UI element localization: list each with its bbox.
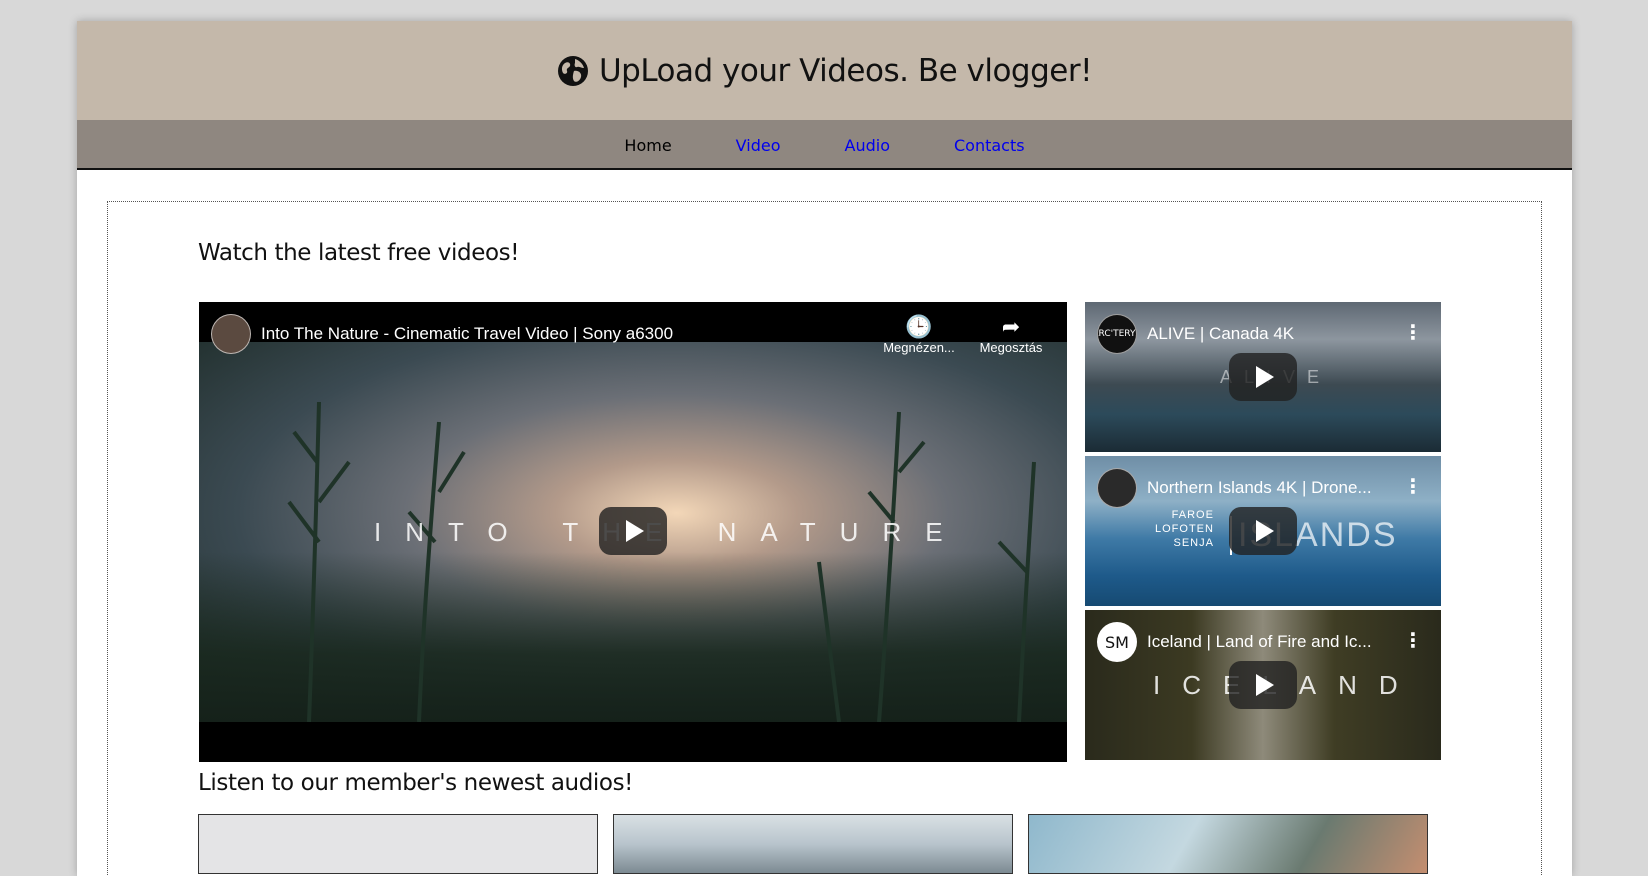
main-content: Watch the latest free videos! Into The N… (107, 201, 1542, 876)
audio-card-3[interactable] (1028, 814, 1428, 874)
channel-avatar[interactable]: ARC'TERYX (1097, 314, 1137, 354)
channel-avatar[interactable] (1097, 468, 1137, 508)
nav-home-link[interactable]: Home (624, 136, 671, 155)
play-button[interactable] (1229, 507, 1297, 555)
more-options-icon[interactable]: ⋮ (1403, 630, 1423, 650)
channel-avatar[interactable] (211, 314, 251, 354)
play-button[interactable] (1229, 353, 1297, 401)
main-video-overlay-text: INTO THE NATURE (374, 517, 967, 547)
audio-card-1[interactable] (198, 814, 598, 874)
side-video-1[interactable]: ARC'TERYX ALIVE | Canada 4K ⋮ ALIVE (1085, 302, 1441, 452)
side-video-title[interactable]: Iceland | Land of Fire and Ic... (1147, 632, 1387, 652)
site-header: UpLoad your Videos. Be vlogger! (77, 21, 1572, 120)
side-video-3[interactable]: SM Iceland | Land of Fire and Ic... ⋮ IC… (1085, 610, 1441, 760)
videos-section-title: Watch the latest free videos! (198, 240, 520, 266)
main-video-title[interactable]: Into The Nature - Cinematic Travel Video… (261, 324, 841, 344)
more-options-icon[interactable]: ⋮ (1403, 322, 1423, 342)
nav-contacts-link[interactable]: Contacts (954, 136, 1025, 155)
side-video-title[interactable]: Northern Islands 4K | Drone... (1147, 478, 1387, 498)
globe-icon (557, 55, 588, 86)
more-options-icon[interactable]: ⋮ (1403, 476, 1423, 496)
side-video-2[interactable]: Northern Islands 4K | Drone... ⋮ FAROE L… (1085, 456, 1441, 606)
site-title-text: UpLoad your Videos. Be vlogger! (598, 52, 1093, 89)
play-button[interactable] (599, 507, 667, 555)
share-icon: ➦ (1001, 314, 1021, 339)
play-button[interactable] (1229, 661, 1297, 709)
channel-avatar[interactable]: SM (1097, 622, 1137, 662)
audio-card-2[interactable] (613, 814, 1013, 874)
clock-icon: 🕒 (905, 314, 933, 339)
share-button[interactable]: ➦ Megosztás (971, 314, 1051, 355)
site-title: UpLoad your Videos. Be vlogger! (557, 52, 1093, 89)
side-video-overlay-sublist: FAROE LOFOTEN SENJA (1155, 509, 1214, 549)
main-video-player[interactable]: Into The Nature - Cinematic Travel Video… (199, 302, 1067, 762)
main-nav: Home Video Audio Contacts (77, 120, 1572, 170)
nav-video-link[interactable]: Video (736, 136, 781, 155)
nav-audio-link[interactable]: Audio (845, 136, 890, 155)
side-video-title[interactable]: ALIVE | Canada 4K (1147, 324, 1387, 344)
page-container: UpLoad your Videos. Be vlogger! Home Vid… (77, 21, 1572, 876)
watch-later-button[interactable]: 🕒 Megnézen... (879, 314, 959, 355)
audios-section-title: Listen to our member's newest audios! (198, 770, 633, 796)
